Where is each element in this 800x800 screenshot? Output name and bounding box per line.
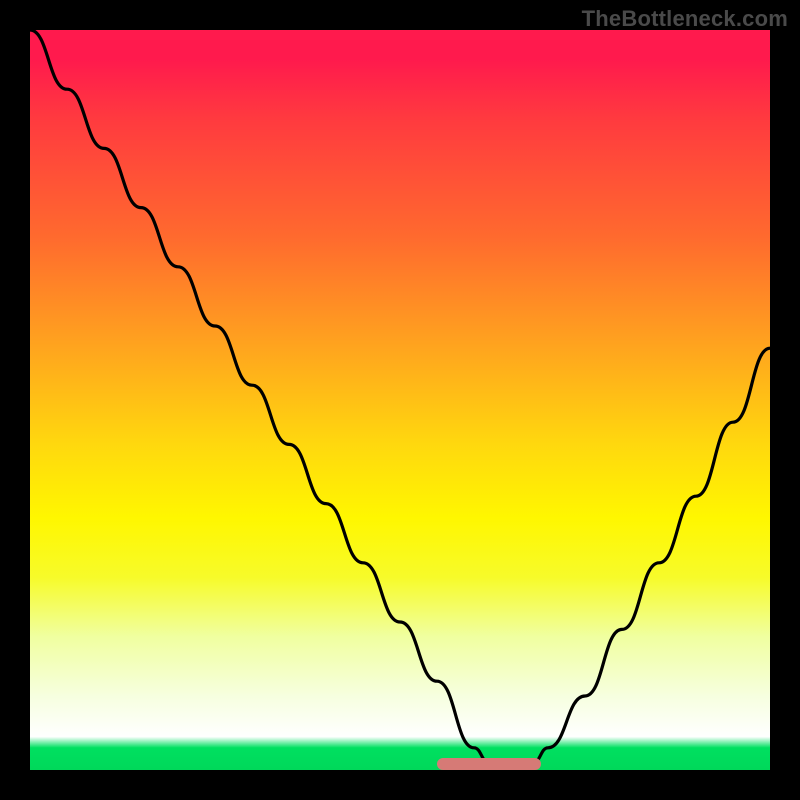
curve-layer: [30, 30, 770, 770]
plot-area: [30, 30, 770, 770]
watermark-text: TheBottleneck.com: [582, 6, 788, 32]
bottleneck-curve: [30, 30, 770, 766]
optimum-marker: [437, 758, 541, 770]
chart-frame: TheBottleneck.com: [0, 0, 800, 800]
